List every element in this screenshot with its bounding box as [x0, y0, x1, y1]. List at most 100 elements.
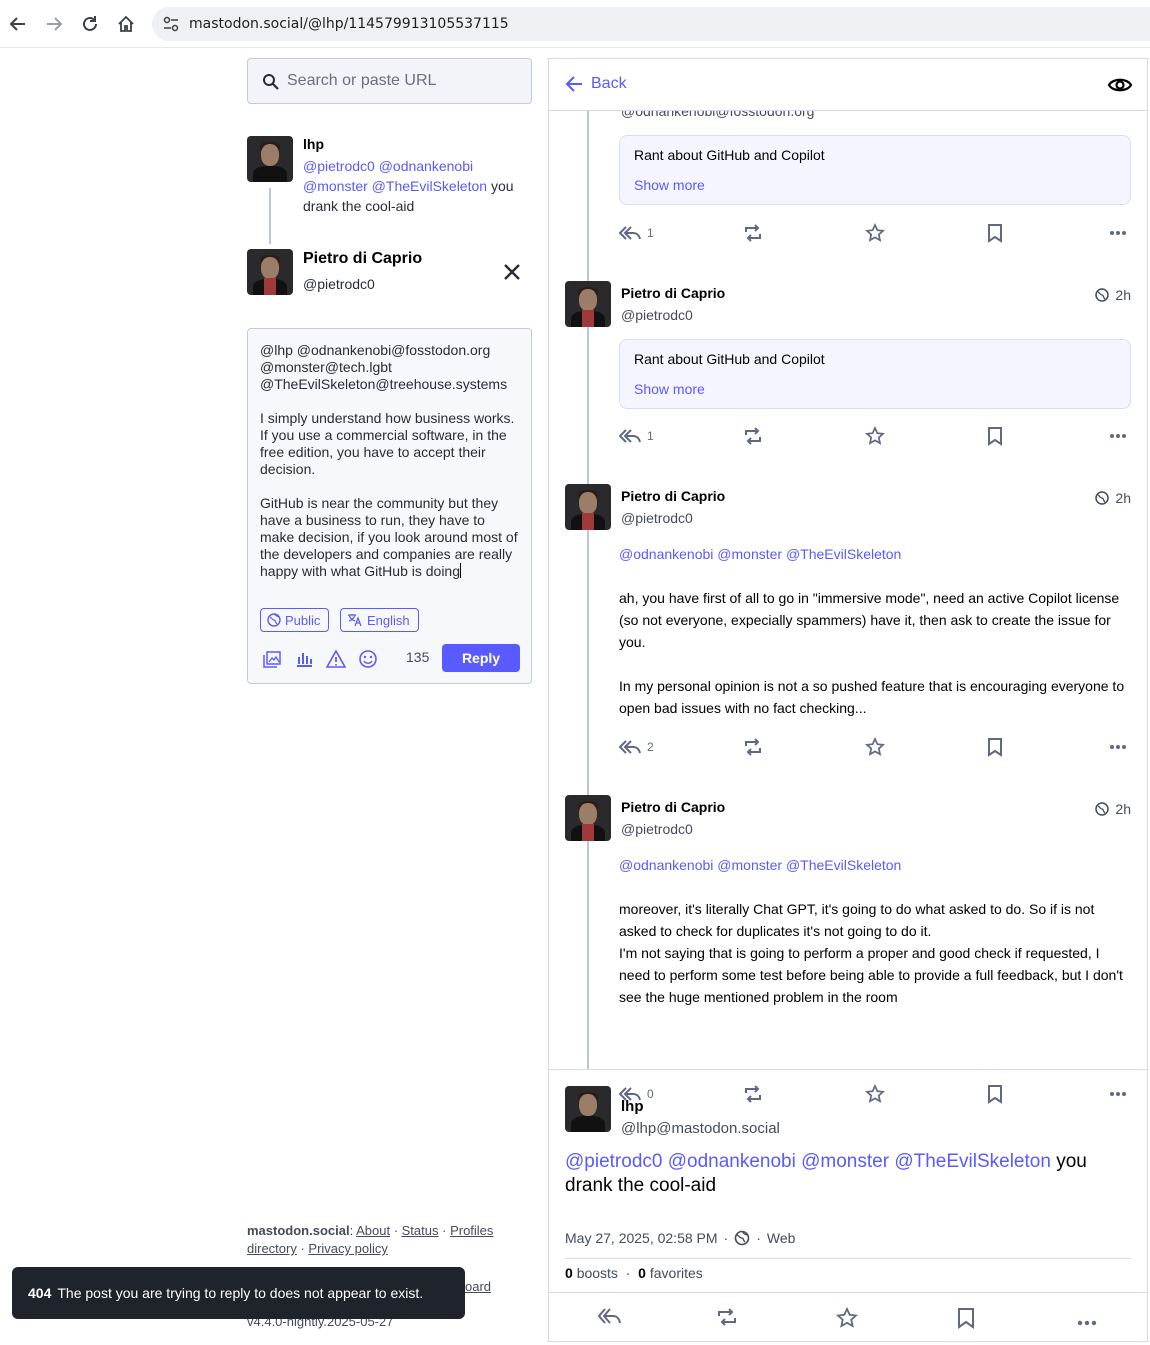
footer-link-about[interactable]: About [356, 1223, 390, 1238]
language-button[interactable]: English [340, 608, 419, 632]
footer-link-status[interactable]: Status [402, 1223, 439, 1238]
favorite-star-icon[interactable] [865, 735, 885, 759]
reply-to-mentions[interactable]: @pietrodc0 @odnankenobi @monster @TheEvi… [303, 158, 487, 194]
globe-icon [1095, 288, 1110, 302]
footer-link-dashboard[interactable]: oard [465, 1279, 491, 1294]
forward-arrow-icon[interactable] [42, 12, 66, 36]
thread-column: Back @odnankenobi@fosstodon.org Rant abo… [548, 58, 1148, 1342]
add-poll-icon[interactable] [294, 649, 314, 669]
url-text: mastodon.social/@lhp/114579913105537115 [189, 16, 509, 32]
favorite-star-icon[interactable] [865, 221, 885, 245]
add-media-icon[interactable] [262, 649, 282, 669]
status-timestamp[interactable]: 2h [1095, 801, 1131, 817]
bookmark-icon[interactable] [987, 735, 1003, 759]
globe-icon [267, 613, 281, 627]
thread-connector [269, 188, 271, 244]
boost-icon[interactable] [743, 1082, 763, 1106]
back-button[interactable]: Back [565, 75, 627, 93]
avatar[interactable] [565, 281, 611, 327]
status-paragraph: In my personal opinion is not a so pushe… [619, 678, 1125, 716]
compose-textarea[interactable]: @lhp @odnankenobi@fosstodon.org @monster… [260, 342, 522, 580]
status-handle: @pietrodc0 [621, 821, 693, 837]
boosts-label[interactable]: boosts [577, 1265, 618, 1281]
content-warning-icon[interactable] [325, 649, 347, 669]
status-paragraph: ah, you have first of all to go in "imme… [619, 590, 1120, 650]
show-more-button[interactable]: Show more [634, 381, 705, 397]
status-handle: @pietrodc0 [621, 510, 693, 526]
status-timestamp[interactable]: 2h [1095, 490, 1131, 506]
status-handle[interactable]: @lhp@mastodon.social [621, 1120, 780, 1137]
bookmark-icon[interactable] [987, 1082, 1003, 1106]
status-date[interactable]: May 27, 2025, 02:58 PM [565, 1230, 718, 1246]
status-actions: 1 [619, 221, 1139, 245]
boost-icon[interactable] [716, 1307, 740, 1331]
status-timestamp[interactable]: 2h [1095, 287, 1131, 303]
boost-icon[interactable] [743, 221, 763, 245]
bookmark-icon[interactable] [987, 424, 1003, 448]
address-bar[interactable]: mastodon.social/@lhp/114579913105537115 [152, 7, 1150, 41]
reply-all-button[interactable]: 1 [619, 221, 654, 245]
footer-server-name: mastodon.social [247, 1223, 350, 1238]
cw-title: Rant about GitHub and Copilot [634, 351, 825, 367]
avatar[interactable] [247, 136, 293, 182]
back-arrow-icon[interactable] [6, 12, 30, 36]
status-display-name: Pietro di Caprio [621, 285, 726, 301]
reply-all-icon [619, 429, 641, 443]
reply-submit-button[interactable]: Reply [442, 644, 520, 672]
content-warning: Rant about GitHub and Copilot Show more [619, 135, 1131, 205]
status-app: Web [766, 1230, 796, 1246]
favorite-star-icon[interactable] [835, 1306, 860, 1331]
more-options-icon[interactable] [1077, 1313, 1101, 1337]
status-mentions[interactable]: @pietrodc0 @odnankenobi @monster @TheEvi… [565, 1151, 1051, 1172]
avatar[interactable] [565, 484, 611, 530]
reload-icon[interactable] [78, 12, 102, 36]
avatar[interactable] [565, 795, 611, 841]
status-mentions[interactable]: @odnankenobi @monster @TheEvilSkeleton [619, 543, 1134, 565]
favorite-star-icon[interactable] [865, 1082, 885, 1106]
visibility-button[interactable]: Public [260, 608, 330, 632]
home-icon[interactable] [114, 12, 138, 36]
show-more-button[interactable]: Show more [634, 177, 705, 193]
more-options-icon[interactable] [1109, 424, 1127, 448]
avatar[interactable] [565, 1086, 611, 1132]
focused-status-actions [549, 1292, 1147, 1341]
site-info-icon[interactable] [162, 15, 180, 33]
reply-all-icon[interactable] [597, 1307, 621, 1331]
globe-icon [734, 1230, 750, 1246]
boost-icon[interactable] [743, 735, 763, 759]
error-toast[interactable]: 404 The post you are trying to reply to … [12, 1267, 465, 1319]
favorites-label[interactable]: favorites [650, 1265, 703, 1281]
status-handle: @pietrodc0 [621, 307, 693, 323]
status-display-name[interactable]: lhp [621, 1098, 644, 1115]
language-label: English [367, 612, 410, 628]
status-actions: 1 [619, 424, 1139, 448]
composer-avatar [247, 249, 293, 295]
browser-toolbar: mastodon.social/@lhp/114579913105537115 [0, 0, 1150, 48]
favorite-star-icon[interactable] [865, 424, 885, 448]
boost-icon[interactable] [743, 424, 763, 448]
more-options-icon[interactable] [1109, 1082, 1127, 1106]
content-warning: Rant about GitHub and Copilot Show more [619, 339, 1131, 409]
status-content: @odnankenobi @monster @TheEvilSkeleton m… [619, 854, 1134, 1008]
more-options-icon[interactable] [1109, 221, 1127, 245]
divider [565, 1258, 1131, 1259]
more-options-icon[interactable] [1109, 735, 1127, 759]
emoji-picker-icon[interactable] [358, 649, 378, 669]
eye-icon[interactable] [1107, 72, 1133, 98]
translate-icon [348, 614, 362, 627]
status-display-name: Pietro di Caprio [621, 488, 726, 504]
cancel-reply-close-icon[interactable] [500, 260, 524, 284]
text-caret [460, 563, 461, 578]
status-display-name: Pietro di Caprio [621, 799, 726, 815]
back-arrow-icon [565, 76, 582, 92]
reply-all-button[interactable]: 2 [619, 735, 654, 759]
reply-all-icon [619, 740, 641, 754]
search-input[interactable]: Search or paste URL [247, 58, 532, 104]
bookmark-icon[interactable] [987, 221, 1003, 245]
toast-message: The post you are trying to reply to does… [57, 1285, 424, 1301]
bookmark-icon[interactable] [957, 1307, 981, 1331]
footer-link-privacy-policy[interactable]: Privacy policy [308, 1241, 387, 1256]
status-mentions[interactable]: @odnankenobi @monster @TheEvilSkeleton [619, 854, 1134, 876]
status-actions: 2 [619, 735, 1139, 759]
reply-all-button[interactable]: 1 [619, 424, 654, 448]
